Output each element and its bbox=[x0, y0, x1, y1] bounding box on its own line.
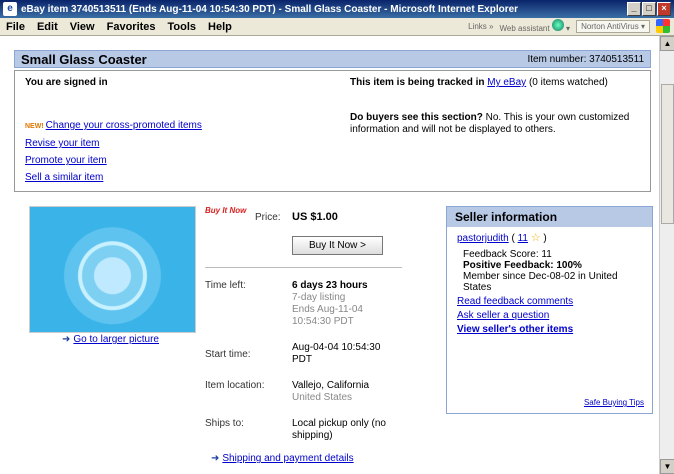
positive-feedback: Positive Feedback: 100% bbox=[463, 260, 582, 271]
scroll-up-arrow-icon[interactable]: ▲ bbox=[660, 36, 674, 51]
item-location-country: United States bbox=[292, 392, 353, 403]
signed-in-heading: You are signed in bbox=[25, 77, 108, 88]
menu-favorites[interactable]: Favorites bbox=[101, 21, 162, 33]
shipping-details-link[interactable]: ➜ Shipping and payment details bbox=[211, 453, 354, 464]
seller-name-link[interactable]: pastorjudith bbox=[457, 233, 509, 244]
globe-icon bbox=[551, 19, 564, 31]
signed-in-panel: You are signed in NEW! Change your cross-… bbox=[14, 70, 651, 192]
scroll-thumb[interactable] bbox=[661, 84, 674, 224]
close-button[interactable]: × bbox=[657, 2, 671, 16]
go-larger-picture[interactable]: ➜ Go to larger picture bbox=[62, 334, 159, 345]
item-location-block: Vallejo, California United States bbox=[292, 380, 432, 404]
down-arrow-icon: ➜ bbox=[62, 334, 71, 345]
buy-it-now-button[interactable]: Buy It Now > bbox=[292, 236, 383, 255]
item-number: Item number: 3740513511 bbox=[527, 53, 644, 65]
norton-antivirus-button[interactable]: Norton AntiVirus ▾ bbox=[576, 19, 650, 33]
down-arrow-icon: ➜ bbox=[211, 453, 220, 464]
links-button[interactable]: Links » bbox=[468, 22, 493, 31]
menu-bar: File Edit View Favorites Tools Help Link… bbox=[0, 18, 674, 36]
menu-edit[interactable]: Edit bbox=[31, 21, 64, 33]
change-cross-promoted-link[interactable]: Change your cross-promoted items bbox=[46, 120, 202, 131]
menu-help[interactable]: Help bbox=[202, 21, 238, 33]
item-location-value: Vallejo, California bbox=[292, 380, 370, 391]
start-time-label: Start time: bbox=[205, 349, 251, 360]
window-titlebar: e eBay item 3740513511 (Ends Aug-11-04 1… bbox=[0, 0, 674, 18]
listing-length: 7-day listing bbox=[292, 292, 346, 303]
feedback-score: Feedback Score: 11 bbox=[463, 249, 552, 260]
my-ebay-link[interactable]: My eBay bbox=[487, 77, 526, 88]
price-value: US $1.00 bbox=[292, 211, 338, 223]
new-badge: NEW! bbox=[25, 123, 44, 130]
start-time-value: Aug-04-04 10:54:30 PDT bbox=[292, 342, 381, 365]
buyers-see-note: Do buyers see this section? No. This is … bbox=[350, 112, 630, 135]
end-date: Ends Aug-11-04 bbox=[292, 304, 363, 315]
menu-tools[interactable]: Tools bbox=[162, 21, 203, 33]
end-time: 10:54:30 PDT bbox=[292, 316, 354, 327]
safe-buying-tips-link[interactable]: Safe Buying Tips bbox=[584, 398, 644, 407]
seller-score-link[interactable]: 11 bbox=[518, 233, 528, 244]
item-location-label: Item location: bbox=[205, 380, 265, 391]
star-icon: ☆ bbox=[530, 232, 541, 244]
minimize-button[interactable]: _ bbox=[627, 2, 641, 16]
revise-item-link[interactable]: Revise your item bbox=[25, 138, 99, 149]
vertical-scrollbar[interactable]: ▲ ▼ bbox=[659, 36, 674, 474]
buy-it-now-logo: Buy It Now bbox=[205, 206, 247, 215]
seller-info-heading: Seller information bbox=[447, 207, 652, 227]
ships-to-label: Ships to: bbox=[205, 418, 244, 429]
time-left-block: 6 days 23 hours 7-day listing Ends Aug-1… bbox=[292, 280, 402, 328]
seller-info-panel: Seller information pastorjudith ( 11 ☆ )… bbox=[446, 206, 653, 414]
read-feedback-link[interactable]: Read feedback comments bbox=[457, 296, 573, 307]
ie-icon: e bbox=[3, 2, 17, 16]
item-photo[interactable] bbox=[29, 206, 196, 333]
tracking-status: This item is being tracked in My eBay (0… bbox=[350, 77, 608, 88]
ships-to-value: Local pickup only (no shipping) bbox=[292, 418, 386, 441]
maximize-button[interactable]: □ bbox=[642, 2, 656, 16]
sell-similar-link[interactable]: Sell a similar item bbox=[25, 172, 103, 183]
time-left-value: 6 days 23 hours bbox=[292, 280, 368, 291]
divider bbox=[205, 267, 402, 268]
time-left-label: Time left: bbox=[205, 280, 246, 291]
menu-file[interactable]: File bbox=[0, 21, 31, 33]
member-since: Member since Dec-08-02 in United States bbox=[463, 271, 618, 293]
item-title: Small Glass Coaster bbox=[21, 51, 147, 67]
promote-item-link[interactable]: Promote your item bbox=[25, 155, 107, 166]
windows-logo-icon bbox=[656, 19, 670, 33]
other-items-link[interactable]: View seller's other items bbox=[457, 324, 573, 335]
item-header: Small Glass Coaster Item number: 3740513… bbox=[14, 50, 651, 68]
scroll-down-arrow-icon[interactable]: ▼ bbox=[660, 459, 674, 474]
web-assistant-button[interactable]: Web assistant ▾ bbox=[499, 19, 570, 33]
window-title: eBay item 3740513511 (Ends Aug-11-04 10:… bbox=[21, 3, 519, 15]
ask-seller-link[interactable]: Ask seller a question bbox=[457, 310, 549, 321]
menu-view[interactable]: View bbox=[64, 21, 101, 33]
price-label: Price: bbox=[255, 212, 281, 223]
page-content: Small Glass Coaster Item number: 3740513… bbox=[0, 36, 659, 474]
